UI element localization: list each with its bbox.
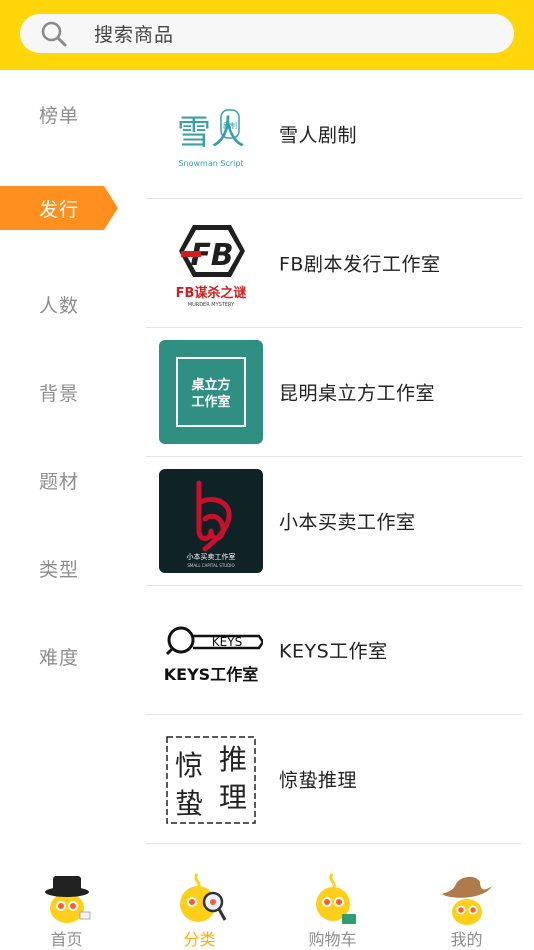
zhuolifang-logo-line2: 工作室 bbox=[191, 394, 230, 410]
sidebar-item-background[interactable]: 背景 bbox=[0, 370, 120, 414]
keys-logo: KEYS KEYS工作室 bbox=[159, 598, 263, 702]
studio-name: 小本买卖工作室 bbox=[279, 511, 416, 534]
jingzhe-logo-char: 推 bbox=[219, 743, 247, 776]
tab-cart[interactable]: 购物车 bbox=[266, 860, 399, 950]
tab-label: 首页 bbox=[50, 930, 83, 949]
tab-label: 我的 bbox=[450, 930, 483, 949]
sidebar-item-label: 人数 bbox=[39, 294, 80, 317]
category-mascot-icon bbox=[180, 873, 227, 922]
search-bar[interactable]: 搜索商品 bbox=[20, 14, 514, 53]
studio-list: 雪人 剧制 Snowman Script 雪人剧制 FB FB谋杀之谜 MURD… bbox=[146, 70, 522, 860]
snowman-logo-caption: Snowman Script bbox=[178, 159, 243, 168]
sidebar-item-difficulty[interactable]: 难度 bbox=[0, 634, 120, 678]
studio-row[interactable]: 惊 推 蛰 理 惊蛰推理 bbox=[146, 715, 522, 844]
jingzhe-logo-char: 理 bbox=[219, 781, 247, 814]
sidebar-item-label: 题材 bbox=[39, 470, 80, 493]
xiaoben-logo: 小本买卖工作室 SMALL CAPITAL STUDIO bbox=[159, 469, 263, 573]
sidebar-item-label: 类型 bbox=[39, 558, 80, 581]
snowman-logo-mark: 雪人 bbox=[177, 113, 245, 153]
zhuolifang-logo: 桌立方 工作室 bbox=[159, 340, 263, 444]
keys-logo-caption: KEYS工作室 bbox=[164, 665, 258, 684]
sidebar-item-label: 难度 bbox=[39, 646, 80, 669]
tab-label: 购物车 bbox=[308, 930, 357, 949]
keys-logo-mark: KEYS bbox=[212, 635, 242, 649]
jingzhe-logo-char: 蛰 bbox=[175, 787, 203, 820]
sidebar-item-label: 背景 bbox=[39, 382, 80, 405]
studio-name: 昆明桌立方工作室 bbox=[279, 382, 436, 405]
tab-category[interactable]: 分类 bbox=[133, 860, 266, 950]
sidebar-item-label: 榜单 bbox=[39, 104, 80, 127]
snowman-logo-badge: 剧制 bbox=[223, 121, 237, 130]
tab-home[interactable]: 首页 bbox=[0, 860, 133, 950]
search-icon bbox=[40, 20, 68, 48]
studio-row[interactable]: 雪人 剧制 Snowman Script 雪人剧制 bbox=[146, 70, 522, 199]
studio-row[interactable]: KEYS KEYS工作室 KEYS工作室 bbox=[146, 586, 522, 715]
sidebar-item-theme[interactable]: 题材 bbox=[0, 458, 120, 502]
fb-logo-caption: FB谋杀之谜 bbox=[176, 285, 248, 301]
category-sidebar: 榜单 发行 人数 背景 题材 类型 难度 bbox=[0, 70, 140, 860]
studio-name: FB剧本发行工作室 bbox=[279, 253, 441, 276]
studio-row[interactable]: 桌立方 工作室 昆明桌立方工作室 bbox=[146, 328, 522, 457]
sidebar-item-label: 发行 bbox=[39, 198, 80, 221]
header: 搜索商品 bbox=[0, 0, 534, 70]
xiaoben-logo-line1: 小本买卖工作室 bbox=[187, 552, 236, 561]
sidebar-item-rankings[interactable]: 榜单 bbox=[0, 92, 120, 136]
zhuolifang-logo-line1: 桌立方 bbox=[191, 377, 230, 393]
studio-name: 惊蛰推理 bbox=[279, 769, 358, 792]
studio-row[interactable]: FB FB谋杀之谜 MURDER MYSTERY FB剧本发行工作室 bbox=[146, 199, 522, 328]
studio-name: KEYS工作室 bbox=[279, 640, 388, 663]
jingzhe-logo-char: 惊 bbox=[175, 749, 203, 782]
search-placeholder: 搜索商品 bbox=[94, 24, 175, 46]
studio-row[interactable] bbox=[146, 844, 522, 860]
sidebar-item-type[interactable]: 类型 bbox=[0, 546, 120, 590]
sidebar-item-player-count[interactable]: 人数 bbox=[0, 282, 120, 326]
app-screen: 搜索商品 榜单 发行 人数 背景 题材 类型 难度 雪人 剧制 Snowman … bbox=[0, 0, 534, 950]
xiaoben-logo-line2: SMALL CAPITAL STUDIO bbox=[187, 563, 234, 568]
jingzhe-logo: 惊 推 蛰 理 bbox=[159, 727, 263, 831]
snowman-logo: 雪人 剧制 Snowman Script bbox=[159, 82, 263, 186]
studio-name: 雪人剧制 bbox=[279, 124, 358, 147]
fb-logo: FB FB谋杀之谜 MURDER MYSTERY bbox=[159, 211, 263, 315]
fb-logo-tagline: MURDER MYSTERY bbox=[188, 302, 235, 308]
studio-row[interactable]: 小本买卖工作室 SMALL CAPITAL STUDIO 小本买卖工作室 bbox=[146, 457, 522, 586]
bottom-tabbar: 首页 分类 购物车 我的 bbox=[0, 860, 534, 950]
tab-profile[interactable]: 我的 bbox=[400, 860, 533, 950]
profile-mascot-icon bbox=[442, 876, 492, 925]
tab-label: 分类 bbox=[183, 930, 216, 949]
home-mascot-icon bbox=[45, 876, 91, 923]
sidebar-item-publisher[interactable]: 发行 bbox=[0, 186, 118, 230]
cart-mascot-icon bbox=[316, 873, 356, 924]
